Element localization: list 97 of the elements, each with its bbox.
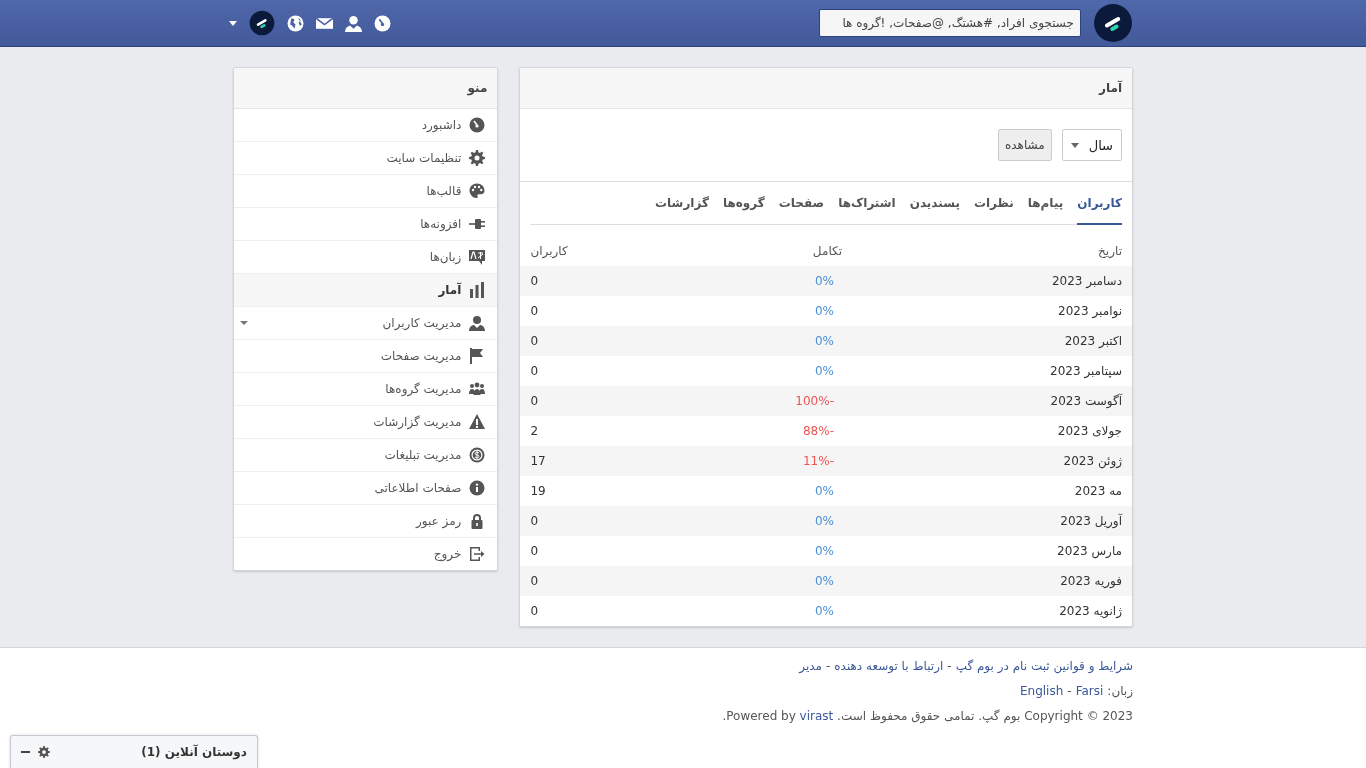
table-cell: -100%: [795, 394, 834, 408]
view-button[interactable]: مشاهده: [998, 129, 1052, 161]
separator: -: [1067, 683, 1072, 699]
avatar-icon[interactable]: [249, 10, 275, 36]
table-cell-text: 0: [530, 514, 540, 528]
table-cell-text: دسامبر 2023: [1050, 274, 1122, 288]
table-cell-text: 0: [530, 364, 540, 378]
table-cell-text: مه 2023: [1073, 484, 1122, 498]
menu-item[interactable]: مدیریت گروه‌ها: [234, 373, 498, 406]
group-icon: [469, 381, 486, 397]
menu-item[interactable]: مدیریت کاربران: [234, 307, 498, 340]
table-cell-text: نوامبر 2023: [1057, 304, 1122, 318]
tab[interactable]: نظرات: [973, 182, 1014, 225]
tab[interactable]: گزارشات: [655, 182, 709, 225]
menu-item[interactable]: قالب‌ها: [234, 175, 498, 208]
table-cell-text: آوریل 2023: [1059, 514, 1122, 528]
bar-chart-icon: [469, 282, 486, 298]
table-cell: 0%: [814, 574, 834, 588]
user-icon: [469, 315, 486, 331]
language-label: زبان:: [1107, 683, 1133, 699]
menu-item[interactable]: آمار: [234, 274, 498, 307]
plug-icon: [469, 216, 486, 232]
table-cell-text: ژانویه 2023: [1058, 604, 1122, 618]
menu-item[interactable]: مدیریت تبلیغات: [234, 439, 498, 472]
tab[interactable]: گروه‌ها: [722, 182, 765, 225]
table-cell: 0%: [814, 274, 834, 288]
table-cell-text: فوریه 2023: [1059, 574, 1122, 588]
table-cell: 0%: [814, 484, 834, 498]
table-cell-text: 2: [530, 424, 540, 438]
table-cell-text: 0: [530, 334, 540, 348]
footer-link[interactable]: مدیر: [799, 658, 822, 674]
menu-item[interactable]: صفحات اطلاعاتی: [234, 472, 498, 505]
info-icon: [469, 480, 486, 496]
table-cell-text: 0: [530, 604, 540, 618]
translate-icon: [469, 249, 486, 265]
table-cell-text: 0: [530, 574, 540, 588]
menu-item[interactable]: خروج: [234, 538, 498, 570]
table-cell-text: اکتبر 2023: [1063, 334, 1122, 348]
table-cell: 0%: [814, 514, 834, 528]
table-cell-text: 19: [530, 484, 547, 498]
column-header: کاربران: [530, 244, 569, 258]
tab[interactable]: پیام‌ها: [1027, 182, 1064, 225]
table-cell-text: 0: [530, 304, 540, 318]
footer-link[interactable]: ارتباط با توسعه دهنده: [834, 658, 944, 674]
separator: -: [947, 658, 952, 674]
chat-bar-title[interactable]: دوستان آنلاین (1): [141, 745, 247, 759]
palette-icon: [469, 183, 486, 199]
search-field[interactable]: جستجوی افراد, #هشتگ, @صفحات, !گروه ها: [819, 9, 1081, 37]
table-cell: -11%: [803, 454, 834, 468]
footer-link[interactable]: شرایط و قوانین ثبت نام در بوم گپ: [955, 658, 1133, 674]
warning-icon: [469, 414, 486, 430]
table-cell-text: 0: [530, 394, 540, 408]
table-cell: 0%: [814, 334, 834, 348]
menu-item[interactable]: افزونه‌ها: [234, 208, 498, 241]
dashboard-icon: [469, 117, 486, 133]
settings-icon[interactable]: [38, 746, 50, 758]
column-header: تکامل: [811, 244, 842, 258]
table-cell-text: ژوئن 2023: [1062, 454, 1122, 468]
menu-title: منو: [234, 68, 498, 109]
flag-icon: [469, 348, 486, 364]
table-cell-text: آگوست 2023: [1049, 394, 1122, 408]
language-link[interactable]: Farsi: [1075, 683, 1104, 699]
caret-icon[interactable]: [240, 321, 248, 325]
table-cell: 0%: [814, 364, 834, 378]
friends-icon[interactable]: [345, 14, 362, 32]
menu-item[interactable]: رمز عبور: [234, 505, 498, 538]
table-cell-text: مارس 2023: [1056, 544, 1122, 558]
powered-by-link[interactable]: virast: [799, 709, 834, 723]
table-cell: 0%: [814, 544, 834, 558]
dashboard-icon[interactable]: [374, 14, 391, 32]
table-cell: -88%: [803, 424, 834, 438]
table-cell: 0%: [814, 304, 834, 318]
table-cell-text: 0: [530, 544, 540, 558]
table-cell-text: 0: [530, 274, 540, 288]
table-cell-text: 17: [530, 454, 547, 468]
tab[interactable]: صفحات: [778, 182, 825, 225]
logo-icon[interactable]: [1093, 3, 1133, 43]
menu-item[interactable]: تنظیمات سایت: [234, 142, 498, 175]
table-cell-text: جولای 2023: [1056, 424, 1122, 438]
column-header: تاریخ: [1097, 244, 1122, 258]
table-cell: 0%: [814, 604, 834, 618]
logout-icon: [469, 546, 486, 562]
menu-item[interactable]: مدیریت صفحات: [234, 340, 498, 373]
tab[interactable]: پسندیدن: [909, 182, 960, 225]
language-link[interactable]: English: [1019, 683, 1064, 699]
panel-title: آمار: [520, 68, 1132, 109]
period-select[interactable]: سال: [1061, 129, 1122, 161]
tab[interactable]: اشتراک‌ها: [838, 182, 896, 225]
table-cell-text: سپتامبر 2023: [1049, 364, 1122, 378]
dollar-coin-icon: [469, 447, 486, 463]
separator: -: [825, 658, 831, 674]
menu-item[interactable]: مدیریت گزارشات: [234, 406, 498, 439]
globe-icon[interactable]: [287, 14, 304, 32]
settings-icon: [469, 150, 486, 166]
tab[interactable]: کاربران: [1077, 182, 1122, 225]
lock-icon: [469, 513, 486, 529]
menu-item[interactable]: داشبورد: [234, 109, 498, 142]
